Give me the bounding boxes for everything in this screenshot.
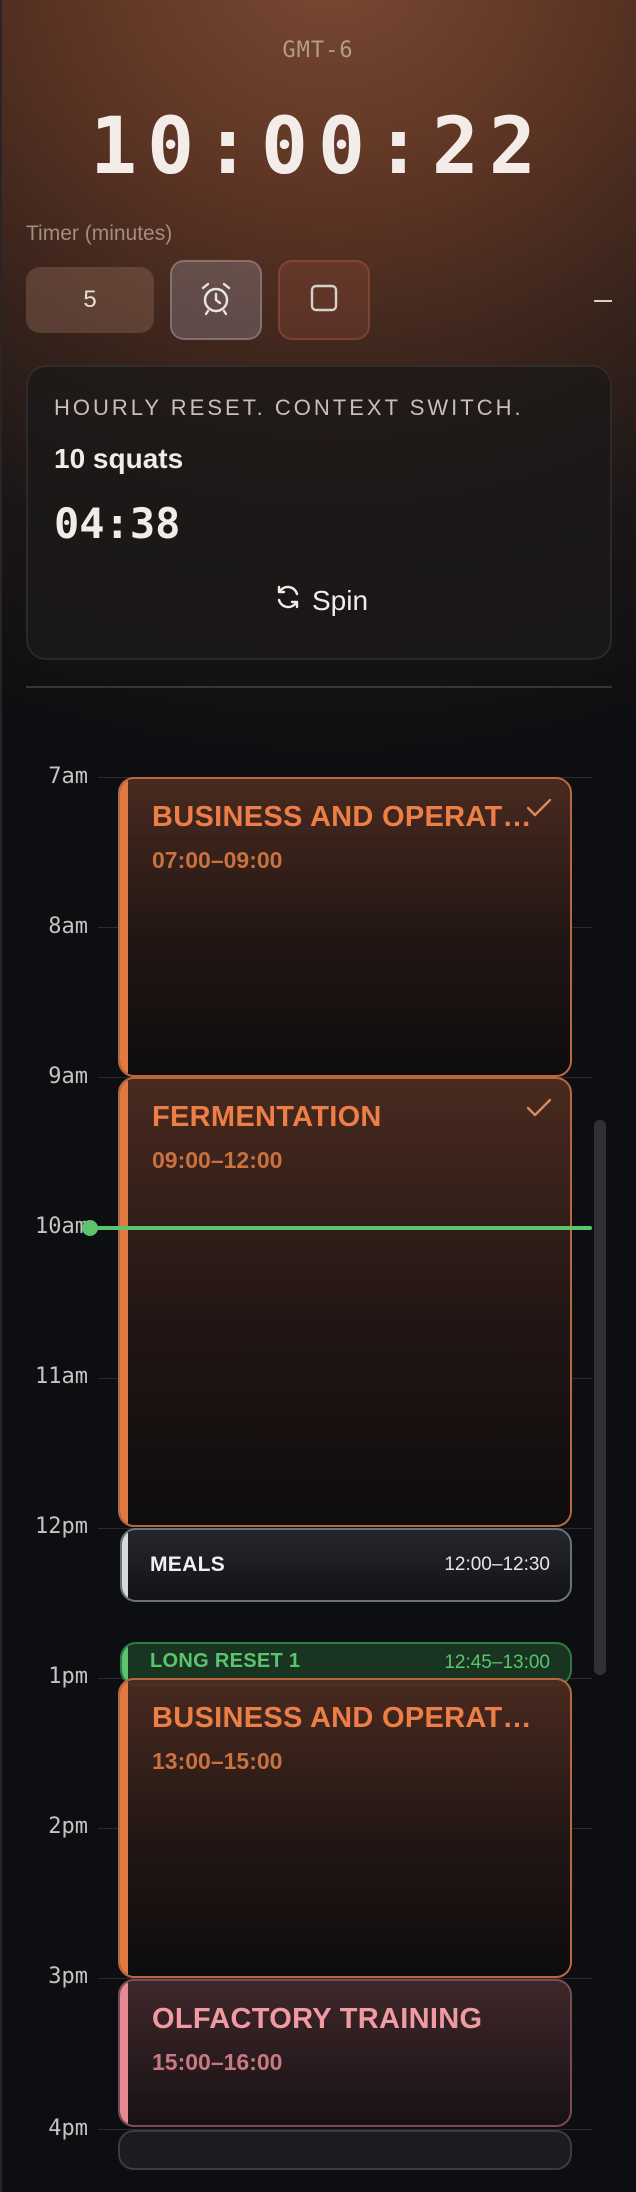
event-business-operations-afternoon[interactable]: BUSINESS AND OPERATI... 13:00–15:00 [118,1678,572,1978]
hour-label: 10am [35,1214,88,1239]
minimize-icon[interactable] [594,300,612,302]
event-title: BUSINESS AND OPERATI... [152,1702,532,1734]
event-title: FERMENTATION [152,1101,382,1133]
event-time: 12:45–13:00 [444,1652,550,1673]
event-color-bar [120,1079,128,1525]
event-time: 15:00–16:00 [152,2049,283,2075]
event-color-bar [122,1530,128,1600]
reset-countdown: 04:38 [54,499,181,548]
event-color-bar [120,779,128,1075]
event-next-partial[interactable] [118,2130,572,2170]
alarm-clock-icon [198,280,234,321]
timeline-scrollbar[interactable] [594,1120,606,1675]
stop-timer-button[interactable] [278,260,370,340]
hour-label: 8am [48,914,88,939]
start-alarm-button[interactable] [170,260,262,340]
event-title: BUSINESS AND OPERATI... [152,801,532,833]
event-title: MEALS [150,1553,225,1576]
reset-task: 10 squats [54,443,184,474]
current-time-clock: 10:00:22 [90,102,546,192]
event-color-bar [120,1981,128,2125]
refresh-icon [274,583,302,618]
timer-label: Timer (minutes) [26,222,173,245]
event-color-bar [120,1680,128,1976]
event-title: LONG RESET 1 [150,1650,301,1672]
window-edge [0,0,2,2192]
event-business-operations-morning[interactable]: BUSINESS AND OPERATI... 07:00–09:00 [118,777,572,1077]
spin-label: Spin [311,584,369,616]
section-divider [26,686,612,688]
spin-button[interactable]: Spin [28,583,614,618]
hour-label: 9am [48,1064,88,1089]
event-time: 13:00–15:00 [152,1748,283,1774]
timezone-label: GMT-6 [282,38,354,63]
check-icon[interactable] [526,1097,552,1124]
hour-label: 11am [35,1364,88,1389]
event-meals[interactable]: MEALS 12:00–12:30 [120,1528,572,1602]
check-icon[interactable] [526,797,552,824]
timer-minutes-input[interactable]: 5 [26,267,154,333]
event-time: 09:00–12:00 [152,1147,283,1173]
event-fermentation[interactable]: FERMENTATION 09:00–12:00 [118,1077,572,1527]
reset-card-title: HOURLY RESET. CONTEXT SWITCH. [54,395,524,420]
event-color-bar [122,1644,128,1684]
current-time-line [90,1226,592,1230]
event-time: 12:00–12:30 [444,1554,550,1575]
hour-label: 12pm [35,1514,88,1539]
hour-label: 2pm [48,1814,88,1839]
event-time: 07:00–09:00 [152,847,283,873]
hour-label: 4pm [48,2116,88,2141]
hourly-reset-card: HOURLY RESET. CONTEXT SWITCH. 10 squats … [26,365,612,660]
current-time-dot [82,1220,98,1236]
hour-label: 7am [48,764,88,789]
hour-label: 3pm [48,1964,88,1989]
hour-label: 1pm [48,1664,88,1689]
event-title: OLFACTORY TRAINING [152,2003,483,2035]
stop-square-icon [309,283,339,318]
event-olfactory-training[interactable]: OLFACTORY TRAINING 15:00–16:00 [118,1979,572,2127]
